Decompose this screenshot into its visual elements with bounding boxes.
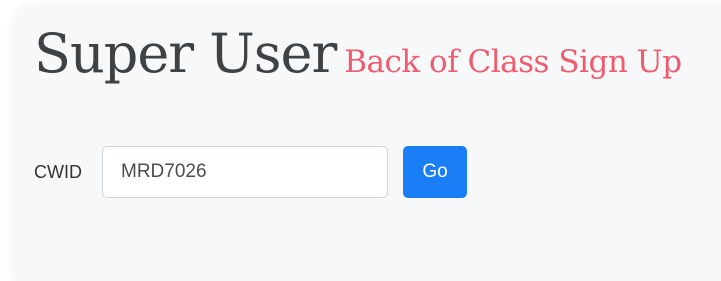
cwid-label: CWID bbox=[34, 161, 82, 182]
cwid-form: CWID Go bbox=[34, 146, 467, 198]
page-subtitle: Back of Class Sign Up bbox=[344, 44, 682, 80]
page-header: Super User Back of Class Sign Up bbox=[34, 22, 682, 85]
go-button[interactable]: Go bbox=[403, 146, 467, 198]
cwid-input[interactable] bbox=[102, 146, 388, 198]
page-title: Super User bbox=[34, 22, 337, 85]
